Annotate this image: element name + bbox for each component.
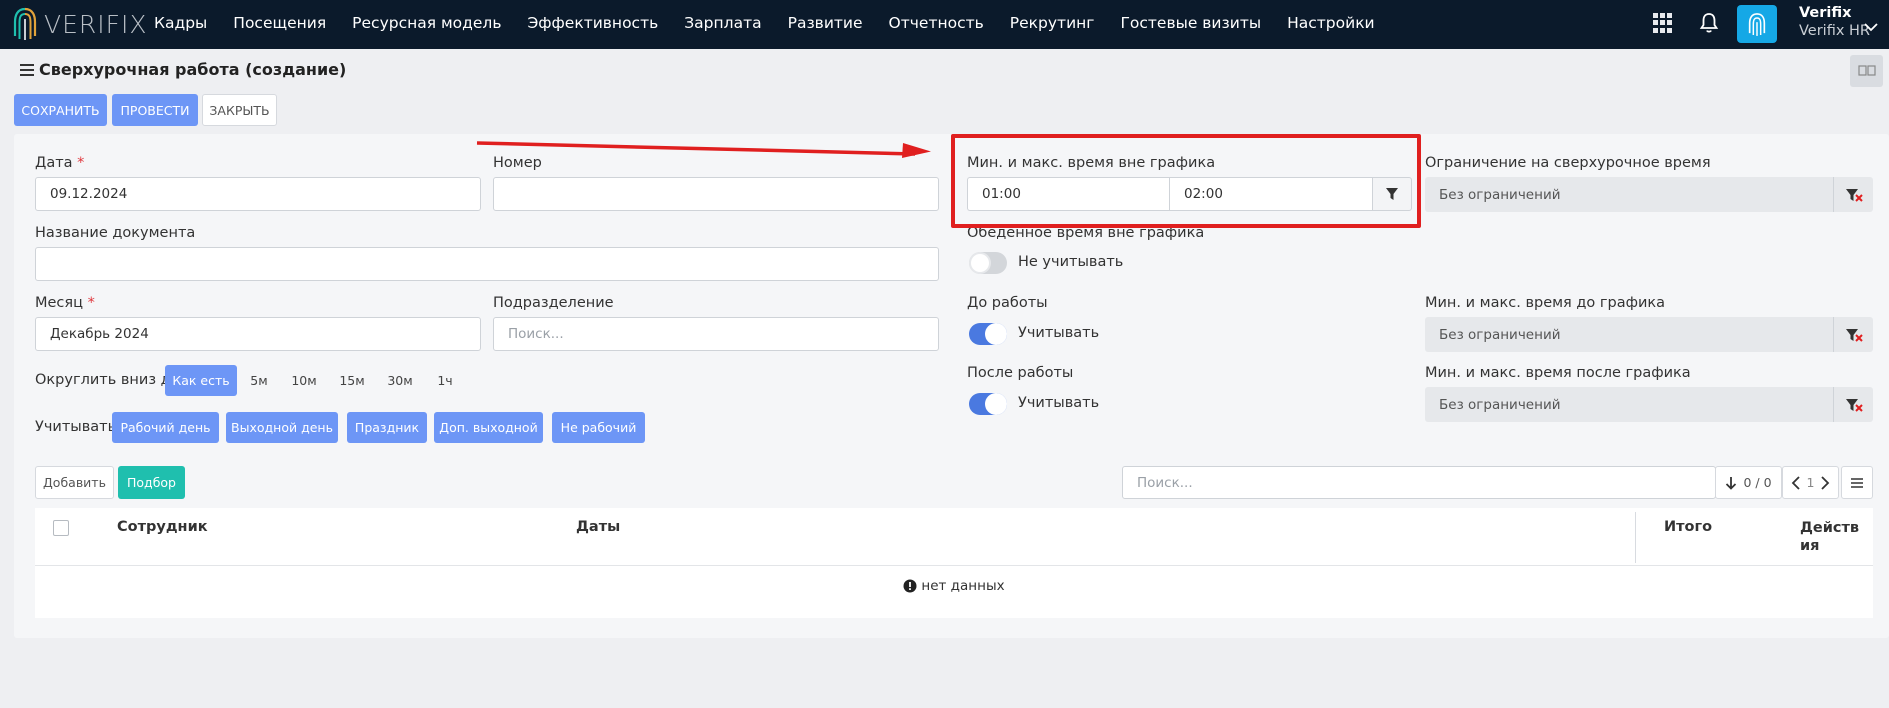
division-search-input[interactable]: Поиск... <box>493 317 939 351</box>
round-option-10m[interactable]: 10м <box>286 365 322 396</box>
after-work-toggle-text: Учитывать <box>1018 395 1100 411</box>
record-count: 0 / 0 <box>1743 475 1772 490</box>
fingerprint-icon <box>1748 13 1766 36</box>
user-org: Verifix HR <box>1799 23 1871 39</box>
chevron-right-icon[interactable] <box>1820 475 1830 490</box>
overtime-limit-field[interactable]: Без ограничений <box>1425 177 1873 212</box>
overtime-limit-label: Ограничение на сверхурочное время <box>1425 155 1711 171</box>
round-option-30m[interactable]: 30м <box>382 365 418 396</box>
save-button[interactable]: СОХРАНИТЬ <box>14 94 107 126</box>
bell-icon[interactable] <box>1699 11 1719 35</box>
user-name: Verifix <box>1799 5 1852 21</box>
hamburger-menu-icon[interactable] <box>20 63 34 76</box>
division-label: Подразделение <box>493 295 614 311</box>
menu-item-kadry[interactable]: Кадры <box>154 14 207 32</box>
consider-extra-dayoff-chip[interactable]: Доп. выходной <box>434 412 543 443</box>
consider-label: Учитывать: <box>35 419 122 435</box>
columns-menu-button[interactable] <box>1841 466 1873 499</box>
chevron-down-icon[interactable] <box>1864 22 1878 32</box>
menu-item-resource-model[interactable]: Ресурсная модель <box>352 14 501 32</box>
column-divider <box>1635 512 1636 563</box>
after-limit-clear-button[interactable] <box>1833 387 1873 422</box>
consider-dayoff-chip[interactable]: Выходной день <box>226 412 338 443</box>
menu-item-development[interactable]: Развитие <box>788 14 863 32</box>
month-input[interactable]: Декабрь 2024 <box>35 317 481 351</box>
apps-grid-icon[interactable] <box>1653 13 1673 33</box>
before-work-label: До работы <box>967 295 1048 311</box>
consider-workday-chip[interactable]: Рабочий день <box>112 412 219 443</box>
pick-button[interactable]: Подбор <box>118 466 185 499</box>
menu-item-settings[interactable]: Настройки <box>1287 14 1375 32</box>
lunch-toggle-text: Не учитывать <box>1018 254 1124 270</box>
chevron-left-icon[interactable] <box>1791 475 1801 490</box>
before-limit-label: Мин. и макс. время до графика <box>1425 295 1666 311</box>
after-work-label: После работы <box>967 365 1074 381</box>
after-limit-label: Мин. и макс. время после графика <box>1425 365 1691 381</box>
top-navbar: VERIFIX Кадры Посещения Ресурсная модель… <box>0 0 1889 49</box>
post-button[interactable]: ПРОВЕСТИ <box>112 94 198 126</box>
before-limit-clear-button[interactable] <box>1833 317 1873 352</box>
empty-state: нет данных <box>35 578 1873 594</box>
doc-name-label: Название документа <box>35 225 196 241</box>
round-option-1h[interactable]: 1ч <box>430 365 460 396</box>
red-arrow-annotation <box>476 141 931 158</box>
round-option-as-is[interactable]: Как есть <box>165 365 237 396</box>
main-menu: Кадры Посещения Ресурсная модель Эффекти… <box>154 0 1401 45</box>
menu-item-recruiting[interactable]: Рекрутинг <box>1010 14 1095 32</box>
menu-item-guest-visits[interactable]: Гостевые визиты <box>1120 14 1261 32</box>
round-option-15m[interactable]: 15м <box>334 365 370 396</box>
empty-state-text: нет данных <box>921 578 1005 594</box>
after-work-toggle[interactable] <box>969 393 1007 415</box>
column-actions: Действ ия <box>1800 520 1860 554</box>
employees-table: Сотрудник Даты Итого Действ ия нет данны… <box>35 508 1873 618</box>
logo[interactable]: VERIFIX <box>12 6 148 42</box>
menu-item-reports[interactable]: Отчетность <box>889 14 984 32</box>
column-employee[interactable]: Сотрудник <box>117 519 208 535</box>
fingerprint-logo-icon <box>13 7 37 40</box>
menu-item-attendance[interactable]: Посещения <box>233 14 326 32</box>
menu-item-salary[interactable]: Зарплата <box>684 14 761 32</box>
arrow-down-icon <box>1726 476 1737 490</box>
page-title: Сверхурочная работа (создание) <box>20 60 346 79</box>
round-down-label: Округлить вниз до: <box>35 372 185 388</box>
doc-name-input[interactable] <box>35 247 939 281</box>
avatar[interactable] <box>1737 5 1777 43</box>
month-label: Месяц * <box>35 295 95 311</box>
translate-button[interactable] <box>1850 55 1883 87</box>
exclamation-circle-icon <box>903 579 917 593</box>
lunch-toggle[interactable] <box>969 252 1007 274</box>
round-option-5m[interactable]: 5м <box>244 365 274 396</box>
before-work-toggle-text: Учитывать <box>1018 325 1100 341</box>
logo-text: VERIFIX <box>44 9 148 39</box>
consider-nonworking-chip[interactable]: Не рабочий <box>552 412 645 443</box>
date-label: Дата * <box>35 155 85 171</box>
consider-holiday-chip[interactable]: Праздник <box>347 412 427 443</box>
red-highlight-box <box>951 134 1421 228</box>
sort-count-button[interactable]: 0 / 0 <box>1715 466 1782 499</box>
clear-filter-button[interactable] <box>1833 177 1873 212</box>
column-dates[interactable]: Даты <box>576 519 620 535</box>
close-button[interactable]: ЗАКРЫТЬ <box>202 94 277 126</box>
date-input[interactable]: 09.12.2024 <box>35 177 481 211</box>
page-title-text: Сверхурочная работа (создание) <box>39 60 347 79</box>
after-limit-field[interactable]: Без ограничений <box>1425 387 1873 422</box>
user-menu[interactable]: Verifix Verifix HR <box>1799 4 1870 40</box>
filter-clear-icon <box>1845 188 1863 202</box>
list-icon <box>1851 477 1863 488</box>
add-button[interactable]: Добавить <box>35 466 114 499</box>
page-number: 1 <box>1806 475 1815 490</box>
filter-clear-icon <box>1845 398 1863 412</box>
grid-search-input[interactable]: Поиск... <box>1122 466 1716 499</box>
filter-clear-icon <box>1845 328 1863 342</box>
translate-icon <box>1857 65 1876 76</box>
number-input[interactable] <box>493 177 939 211</box>
select-all-checkbox[interactable] <box>53 520 69 536</box>
pagination: 1 <box>1782 466 1839 499</box>
before-work-toggle[interactable] <box>969 323 1007 345</box>
table-header-divider <box>35 565 1873 566</box>
column-total[interactable]: Итого <box>1664 519 1712 535</box>
before-limit-field[interactable]: Без ограничений <box>1425 317 1873 352</box>
menu-item-efficiency[interactable]: Эффективность <box>527 14 658 32</box>
